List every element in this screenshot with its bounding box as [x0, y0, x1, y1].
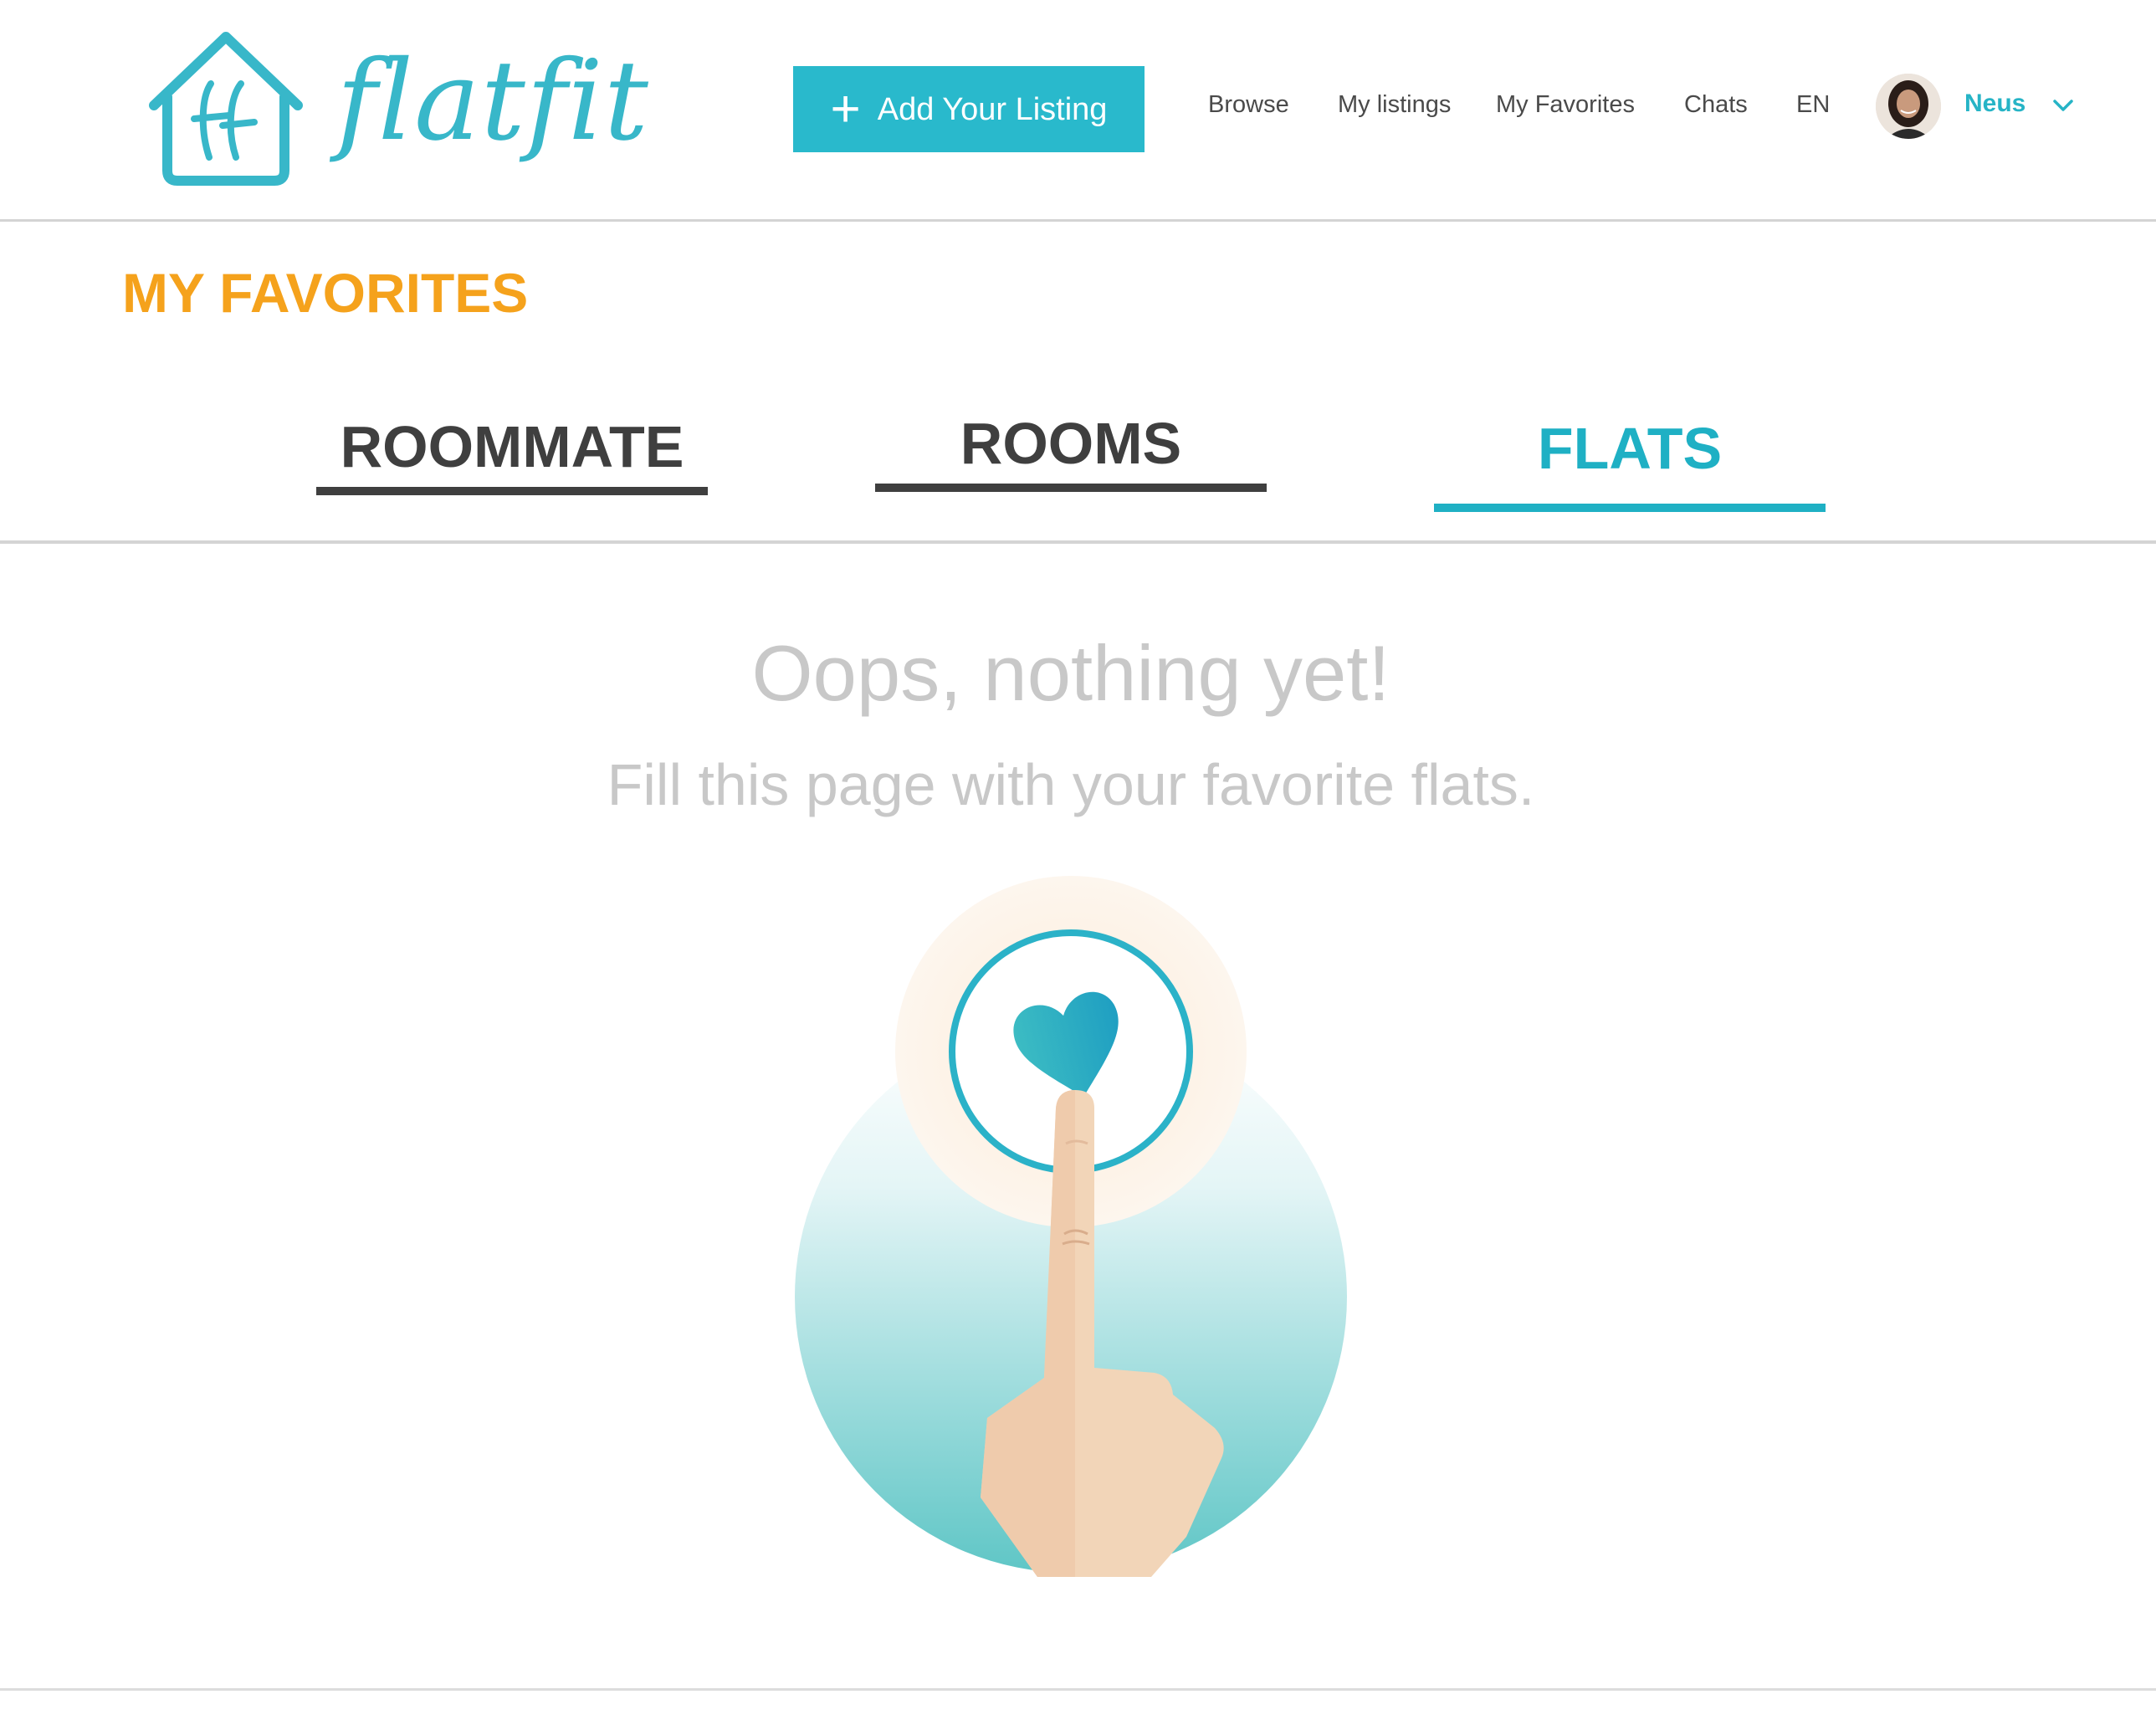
tab-label: ROOMS [960, 411, 1182, 476]
flatfit-logo[interactable]: flatfit [142, 32, 648, 187]
tab-flats[interactable]: FLATS [1434, 410, 1826, 514]
chevron-down-icon[interactable] [2051, 94, 2075, 117]
header-divider [0, 219, 2156, 222]
nav-my-favorites[interactable]: My Favorites [1496, 90, 1635, 120]
tab-label: FLATS [1537, 416, 1723, 481]
tab-roommate[interactable]: ROOMMATE [316, 410, 708, 499]
language-selector[interactable]: EN [1796, 90, 1830, 120]
avatar[interactable] [1876, 74, 1941, 139]
tabs-divider [0, 540, 2156, 544]
footer-divider [0, 1688, 2156, 1691]
tab-rooms[interactable]: ROOMS [875, 410, 1267, 499]
add-listing-button[interactable]: + Add Your Listing [793, 66, 1145, 152]
tab-label: ROOMMATE [340, 414, 684, 479]
tab-active-underline [1434, 504, 1826, 512]
empty-favorites-illustration [786, 866, 1355, 1577]
nav-chats[interactable]: Chats [1684, 90, 1748, 120]
page-title: MY FAVORITES [122, 262, 529, 324]
add-listing-label: Add Your Listing [877, 91, 1108, 127]
top-header: flatfit + Add Your Listing Browse My lis… [0, 0, 2156, 219]
logo-wordmark: flatfit [336, 37, 649, 166]
empty-state-title: Oops, nothing yet! [751, 629, 1390, 717]
empty-state-subtitle: Fill this page with your favorite flats. [607, 752, 1535, 817]
plus-icon: + [830, 79, 861, 138]
house-logo-icon [149, 32, 303, 186]
tab-underline [875, 484, 1267, 492]
tab-underline [316, 487, 708, 495]
avatar-portrait [1876, 74, 1941, 139]
user-name[interactable]: Neus [1964, 89, 2025, 119]
nav-browse[interactable]: Browse [1208, 90, 1289, 120]
nav-my-listings[interactable]: My listings [1338, 90, 1451, 120]
